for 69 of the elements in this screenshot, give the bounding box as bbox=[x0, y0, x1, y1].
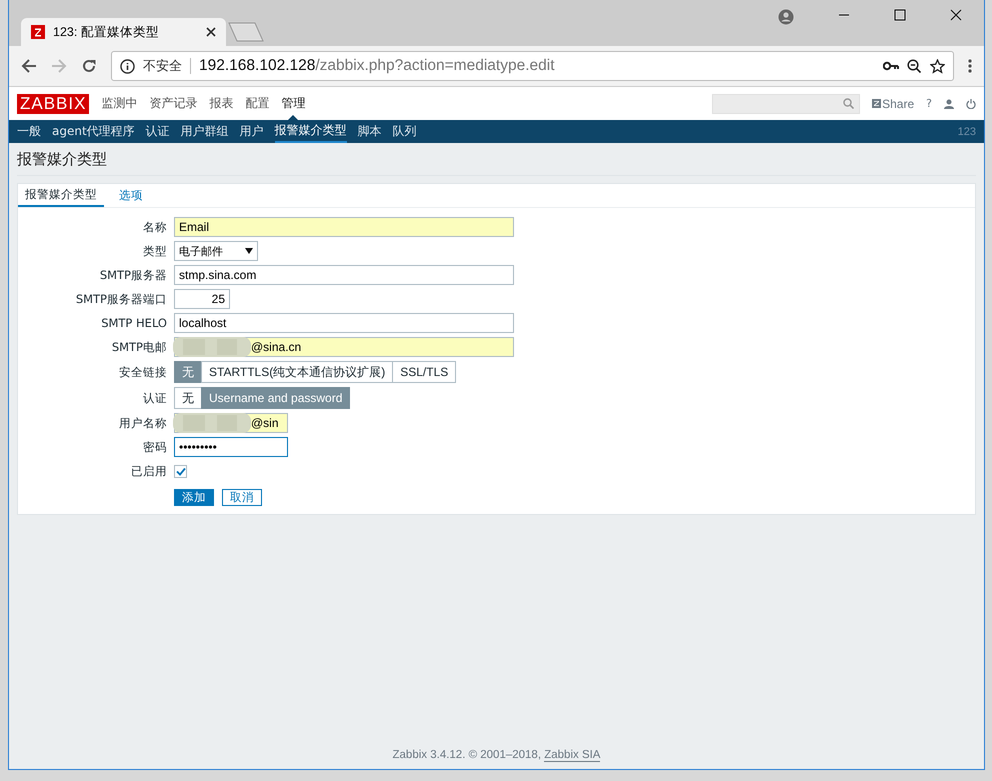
zabbix-favicon-icon bbox=[31, 25, 45, 39]
field-label: 认证 bbox=[142, 390, 167, 406]
field-label: SMTP电邮 bbox=[110, 340, 167, 354]
tab-title: 123: 配置媒体类型 bbox=[53, 24, 160, 40]
share-link[interactable]: Share bbox=[872, 96, 914, 110]
address-bar[interactable]: 不安全 192.168.102.128/zabbix.php?action=mediatype.edit bbox=[111, 51, 954, 81]
field-label: 类型 bbox=[142, 244, 167, 258]
reload-icon[interactable] bbox=[81, 58, 97, 74]
search-icon bbox=[843, 98, 854, 109]
back-icon[interactable] bbox=[21, 58, 37, 74]
close-icon[interactable] bbox=[206, 27, 216, 37]
input-field[interactable]: localhost bbox=[174, 313, 514, 333]
help-link[interactable]: ? bbox=[926, 97, 932, 110]
field-label: 已启用 bbox=[130, 464, 167, 478]
field-label: SMTP服务器端口 bbox=[74, 292, 167, 306]
top-menu-item[interactable]: 资产记录 bbox=[149, 87, 198, 120]
zoom-out-icon[interactable] bbox=[907, 58, 922, 74]
add-button[interactable]: 添加 bbox=[174, 489, 214, 506]
star-icon[interactable] bbox=[930, 58, 945, 74]
zabbix-logo[interactable]: ZABBIX bbox=[17, 94, 90, 114]
sub-menu-item[interactable]: 认证 bbox=[146, 120, 170, 143]
field-label: SMTP服务器 bbox=[98, 268, 167, 282]
top-menu-item[interactable]: 管理 bbox=[281, 87, 306, 120]
search-field[interactable] bbox=[712, 94, 860, 114]
user-icon[interactable] bbox=[944, 98, 954, 108]
info-icon bbox=[120, 58, 135, 74]
top-menu-item[interactable]: 监测中 bbox=[101, 87, 138, 120]
security-label: 不安全 bbox=[143, 58, 182, 75]
enabled-checkbox[interactable] bbox=[174, 464, 187, 478]
menu-icon[interactable] bbox=[968, 59, 972, 73]
footer-link[interactable]: Zabbix SIA bbox=[544, 749, 600, 762]
field-label: 密码 bbox=[142, 440, 167, 454]
cancel-button[interactable]: 取消 bbox=[222, 489, 262, 506]
password-field[interactable]: ••••••••• bbox=[174, 437, 288, 457]
sub-menu-item[interactable]: 用户 bbox=[240, 120, 264, 143]
form-tab[interactable]: 选项 bbox=[112, 184, 150, 207]
url-text: 192.168.102.128/zabbix.php?action=mediatype.edit bbox=[199, 57, 554, 75]
input-field[interactable]: @sin bbox=[174, 413, 288, 433]
sub-menu-item[interactable]: 一般 bbox=[17, 120, 41, 143]
sub-menu-item[interactable]: agent代理程序 bbox=[52, 120, 135, 143]
user-name: 123 bbox=[958, 126, 976, 138]
browser-tab[interactable]: 123: 配置媒体类型 bbox=[21, 18, 226, 46]
profile-icon[interactable] bbox=[778, 9, 794, 25]
field-label: 名称 bbox=[142, 220, 167, 234]
maximize-icon[interactable] bbox=[894, 9, 906, 21]
page-title: 报警媒介类型 bbox=[17, 143, 976, 176]
type-dropdown[interactable]: 电子邮件 bbox=[174, 241, 258, 261]
top-menu-item[interactable]: 报表 bbox=[209, 87, 234, 120]
sub-menu-item[interactable]: 脚本 bbox=[358, 120, 382, 143]
field-label: SMTP HELO bbox=[100, 316, 167, 330]
zabbix-z-icon bbox=[872, 99, 882, 108]
top-menu-item[interactable]: 配置 bbox=[245, 87, 270, 120]
key-icon[interactable] bbox=[883, 61, 899, 71]
sub-menu-item[interactable]: 用户群组 bbox=[180, 120, 229, 143]
sub-menu-item[interactable]: 队列 bbox=[392, 120, 417, 143]
input-field[interactable]: stmp.sina.com bbox=[174, 265, 514, 285]
input-field[interactable]: @sina.cn bbox=[174, 337, 514, 357]
port-field[interactable]: 25 bbox=[174, 289, 230, 309]
form-tab[interactable]: 报警媒介类型 bbox=[18, 184, 104, 207]
radio-option[interactable]: STARTTLS(纯文本通信协议扩展) bbox=[201, 361, 394, 383]
power-icon[interactable] bbox=[966, 98, 976, 108]
radio-option[interactable]: 无 bbox=[174, 387, 202, 409]
footer-text: Zabbix 3.4.12. © 2001–2018, bbox=[392, 749, 542, 761]
radio-option[interactable]: SSL/TLS bbox=[392, 361, 456, 383]
close-icon[interactable] bbox=[950, 9, 962, 21]
dropdown-arrow-icon bbox=[245, 248, 253, 254]
input-field[interactable]: Email bbox=[174, 217, 514, 237]
field-label: 用户名称 bbox=[118, 416, 167, 430]
field-label: 安全链接 bbox=[118, 364, 167, 380]
